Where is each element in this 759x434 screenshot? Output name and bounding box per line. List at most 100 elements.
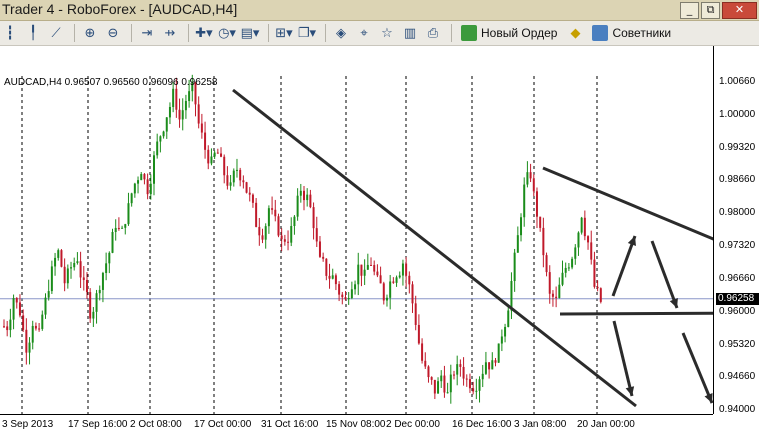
time-axis: 3 Sep 2013 17 Sep 16:00 2 Oct 08:00 17 Oct … — [0, 414, 713, 434]
profiles-icon[interactable]: ❐▾ — [297, 23, 317, 43]
restore-button[interactable]: ⧉ — [701, 2, 720, 19]
toolbar-separator — [74, 24, 75, 42]
candle-body — [456, 364, 459, 375]
candle-body — [379, 275, 382, 284]
line-chart-icon[interactable]: ⟋ — [46, 23, 66, 43]
candle-body — [373, 265, 376, 272]
candle-body — [395, 277, 398, 283]
candle-body — [366, 264, 369, 270]
candle-body — [44, 297, 47, 315]
projection-arrow[interactable] — [611, 235, 637, 297]
candlestick-icon[interactable]: ╿ — [23, 23, 43, 43]
window-titlebar: Trader 4 - RoboForex - [AUDCAD,H4] _ ⧉ ✕ — [0, 0, 759, 21]
projection-arrow[interactable] — [612, 320, 635, 397]
price-chart[interactable]: AUDCAD,H4 0.96507 0.96560 0.96096 0.9625… — [0, 46, 759, 414]
chart-toolbar: ┇ ╿ ⟋ ⊕ ⊖ ⇥ ⇸ ✚▾ ◷▾ ▤▾ ⊞▾ ❐▾ ◈ ⌖ ☆ ▥ ⎙ Н… — [0, 21, 759, 46]
candle-body — [274, 209, 277, 217]
zoom-in-icon[interactable]: ⊕ — [80, 23, 100, 43]
market-watch-icon[interactable]: ◈ — [331, 23, 351, 43]
candle-body — [92, 311, 95, 319]
advisors-label: Советники — [612, 26, 672, 40]
navigator-icon[interactable]: ▥ — [400, 23, 420, 43]
candle-body — [251, 194, 254, 203]
time-axis-label: 20 Jan 00:00 — [577, 419, 635, 430]
candle-body — [267, 208, 270, 227]
projection-arrow[interactable] — [681, 332, 714, 404]
candle-body — [175, 88, 178, 110]
price-axis-label: 0.94660 — [719, 371, 756, 383]
candle-body — [344, 297, 347, 300]
candle-body — [558, 284, 561, 298]
candle-body — [357, 264, 360, 285]
time-axis-label: 2 Oct 08:00 — [130, 419, 182, 430]
candle-body — [577, 232, 580, 248]
alert-icon[interactable]: ◆ — [565, 23, 585, 43]
candle-body — [433, 379, 436, 394]
close-button[interactable]: ✕ — [722, 2, 757, 19]
advisors-button[interactable]: Советники — [588, 23, 675, 43]
candle-body — [22, 315, 25, 330]
candle-body — [299, 190, 302, 196]
candle-body — [261, 235, 264, 240]
candle-body — [449, 374, 452, 393]
candle-body — [532, 178, 535, 192]
candle-body — [41, 314, 44, 329]
chart-shift-icon[interactable]: ⇸ — [160, 23, 180, 43]
candle-body — [146, 179, 149, 195]
autoscroll-icon[interactable]: ⇥ — [137, 23, 157, 43]
candle-body — [63, 266, 66, 284]
candle-body — [504, 326, 507, 337]
templates-icon[interactable]: ▤▾ — [240, 23, 260, 43]
projection-arrow[interactable] — [650, 240, 679, 309]
candle-body — [213, 152, 216, 157]
indicators-icon[interactable]: ✚▾ — [194, 23, 214, 43]
candle-body — [114, 227, 117, 233]
candle-body — [408, 275, 411, 285]
candle-body — [599, 288, 602, 302]
price-axis: 1.00660 1.00000 0.99320 0.98660 0.98000 0.973… — [713, 46, 759, 415]
channel-upper-line[interactable] — [542, 166, 759, 260]
candle-body — [526, 172, 529, 185]
channel-lower-line[interactable] — [559, 311, 759, 316]
candle-body — [130, 193, 133, 204]
candle-body — [564, 267, 567, 273]
candle-body — [133, 183, 136, 194]
favorites-icon[interactable]: ☆ — [377, 23, 397, 43]
candle-body — [95, 293, 98, 312]
candle-body — [216, 152, 219, 154]
candle-body — [9, 319, 12, 331]
candle-body — [296, 195, 299, 217]
candle-body — [398, 275, 401, 278]
candle-body — [414, 303, 417, 325]
candle-body — [31, 325, 34, 343]
candle-body — [162, 131, 165, 137]
candle-body — [551, 293, 554, 297]
candle-body — [277, 216, 280, 236]
minimize-button[interactable]: _ — [680, 2, 699, 19]
bar-chart-icon[interactable]: ┇ — [0, 23, 20, 43]
candle-body — [315, 228, 318, 242]
periods-clock-icon[interactable]: ◷▾ — [217, 23, 237, 43]
strategy-tester-icon[interactable]: ⎙ — [423, 23, 443, 43]
candle-body — [325, 258, 328, 276]
zoom-out-icon[interactable]: ⊖ — [103, 23, 123, 43]
candle-body — [389, 281, 392, 298]
candle-body — [76, 261, 79, 264]
time-axis-label: 3 Sep 2013 — [2, 419, 54, 430]
candle-body — [223, 156, 226, 176]
candle-body — [229, 182, 232, 186]
candle-body — [363, 269, 366, 276]
time-axis-label: 3 Jan 08:00 — [514, 419, 567, 430]
crosshair-icon[interactable]: ⌖ — [354, 23, 374, 43]
chart-canvas — [0, 74, 759, 414]
candle-body — [405, 263, 408, 276]
price-axis-label: 0.95320 — [719, 338, 756, 350]
candle-body — [258, 226, 261, 236]
candle-body — [82, 277, 85, 280]
new-chart-icon[interactable]: ⊞▾ — [274, 23, 294, 43]
candle-body — [28, 342, 31, 353]
new-order-button[interactable]: Новый Ордер — [457, 23, 561, 43]
candle-body — [79, 261, 82, 278]
candle-body — [50, 266, 53, 292]
price-axis-label: 0.97320 — [719, 240, 756, 252]
